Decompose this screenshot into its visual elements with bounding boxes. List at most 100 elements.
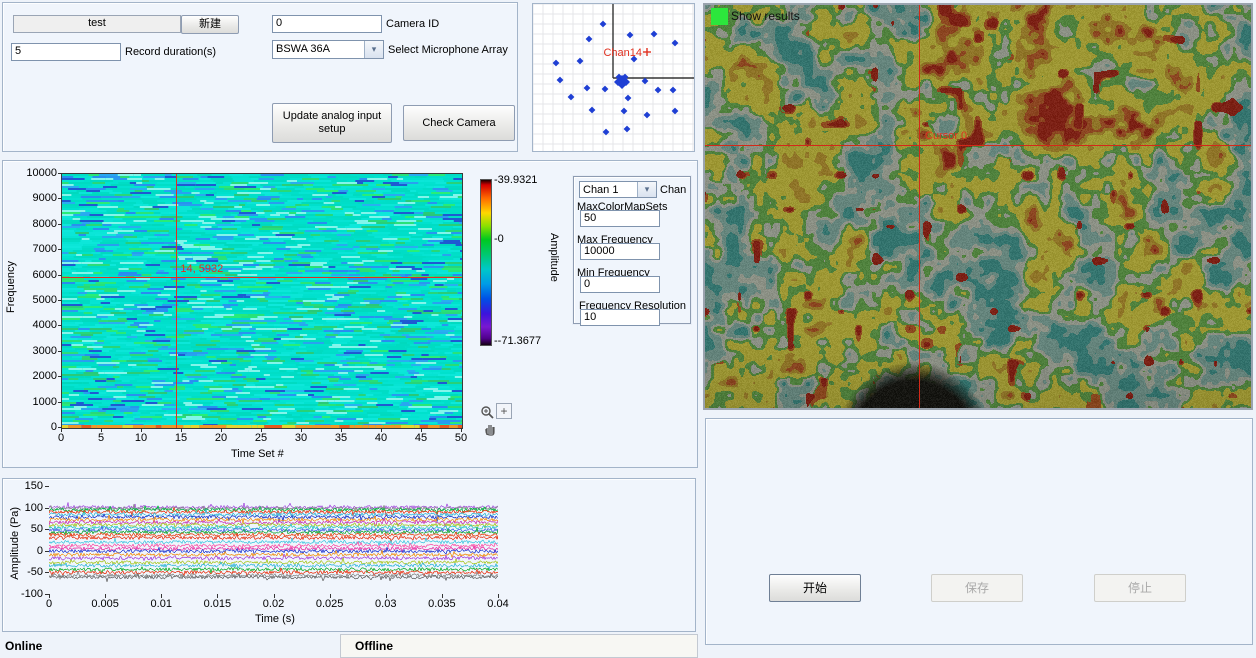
wave-x-tick-label: 0.01: [143, 598, 179, 610]
axis-tick-mark: [58, 275, 62, 276]
max-frequency-input[interactable]: 10000: [580, 243, 660, 260]
axis-tick-mark: [58, 376, 62, 377]
waveform-x-axis-label: Time (s): [255, 613, 295, 626]
camera-id-input[interactable]: 0: [272, 15, 382, 33]
offline-status-box: Offline: [340, 634, 698, 658]
axis-tick-mark: [58, 300, 62, 301]
acoustic-camera-image[interactable]: [705, 5, 1251, 408]
axis-tick-mark: [181, 428, 182, 432]
axis-tick-mark: [45, 551, 49, 552]
axis-tick-mark: [58, 224, 62, 225]
new-project-button[interactable]: 新建: [181, 15, 239, 34]
start-button[interactable]: 开始: [769, 574, 861, 602]
waveform-plot-area[interactable]: [49, 486, 498, 594]
axis-tick-mark: [58, 173, 62, 174]
action-panel: 开始 保存 停止: [705, 418, 1253, 645]
project-name-field[interactable]: test: [13, 15, 181, 33]
wave-y-tick-label: 50: [11, 523, 43, 535]
axis-tick-mark: [45, 572, 49, 573]
axis-tick-mark: [101, 428, 102, 432]
amplitude-colorbar: [480, 179, 492, 346]
update-analog-input-button[interactable]: Update analog input setup: [272, 103, 392, 143]
save-button[interactable]: 保存: [931, 574, 1023, 602]
chan-select[interactable]: Chan 1 ▾: [579, 181, 657, 198]
camera-cursor-hline[interactable]: [705, 145, 1251, 146]
pan-hand-tool-icon[interactable]: [482, 421, 498, 437]
record-duration-input[interactable]: 5: [11, 43, 121, 61]
mic-array-select[interactable]: BSWA 36A ▾: [272, 40, 384, 59]
spectro-y-tick-label: 3000: [17, 345, 57, 357]
axis-tick-mark: [141, 428, 142, 432]
wave-x-tick-label: 0.02: [256, 598, 292, 610]
wave-x-tick-label: 0.035: [424, 598, 460, 610]
colorbar-max-label: -39.9321: [494, 174, 537, 186]
camera-id-label: Camera ID: [386, 18, 439, 31]
spectro-y-tick-label: 1000: [17, 396, 57, 408]
wave-y-tick-label: 100: [11, 502, 43, 514]
zoom-tool-icon[interactable]: [479, 404, 495, 420]
wave-x-tick-label: 0.04: [480, 598, 516, 610]
camera-cursor-vline[interactable]: [919, 5, 920, 408]
spectro-y-tick-label: 5000: [17, 294, 57, 306]
crosshair-tool-icon[interactable]: +: [496, 403, 512, 419]
chevron-down-icon[interactable]: ▾: [637, 182, 656, 197]
colorbar-min-label: --71.3677: [494, 335, 541, 347]
svg-text:Chan14: Chan14: [603, 47, 642, 59]
spectro-y-tick-label: 2000: [17, 370, 57, 382]
mic-array-plot-panel: Chan14: [532, 3, 695, 152]
mic-array-label: Select Microphone Array: [388, 44, 508, 57]
axis-tick-mark: [386, 594, 387, 598]
axis-tick-mark: [274, 594, 275, 598]
frequency-resolution-input[interactable]: 10: [580, 309, 660, 326]
wave-x-tick-label: 0.005: [87, 598, 123, 610]
spectrogram-heatmap: [62, 174, 462, 428]
axis-tick-mark: [217, 594, 218, 598]
wave-x-tick-label: 0.03: [368, 598, 404, 610]
stop-button[interactable]: 停止: [1094, 574, 1186, 602]
axis-tick-mark: [58, 249, 62, 250]
spectro-x-tick-label: 25: [251, 432, 271, 444]
spectrogram-cursor-hline[interactable]: [62, 277, 462, 278]
spectrogram-plot-area[interactable]: 14, 5932: [61, 173, 463, 429]
spectro-x-tick-label: 5: [91, 432, 111, 444]
axis-tick-mark: [261, 428, 262, 432]
axis-tick-mark: [49, 594, 50, 598]
wave-x-tick-label: 0: [31, 598, 67, 610]
axis-tick-mark: [61, 428, 62, 432]
colorbar-zero-label: -0: [494, 233, 504, 245]
spectro-y-tick-label: 9000: [17, 192, 57, 204]
analysis-settings-box: Chan 1 ▾ Chan MaxColorMapSets50Max Frequ…: [573, 176, 691, 324]
mic-array-scatter-plot[interactable]: Chan14: [533, 4, 694, 151]
axis-tick-mark: [461, 428, 462, 432]
record-duration-label: Record duration(s): [125, 46, 216, 59]
axis-tick-mark: [381, 428, 382, 432]
online-status-label: Online: [5, 640, 42, 653]
axis-tick-mark: [421, 428, 422, 432]
spectrogram-cursor-vline[interactable]: [176, 174, 177, 428]
axis-tick-mark: [58, 402, 62, 403]
config-panel: test 新建 0 Camera ID 5 Record duration(s)…: [2, 2, 518, 152]
chevron-down-icon[interactable]: ▾: [364, 41, 383, 58]
maxcolormapsets-input[interactable]: 50: [580, 210, 660, 227]
offline-status-label: Offline: [355, 640, 393, 653]
axis-tick-mark: [45, 486, 49, 487]
axis-tick-mark: [45, 529, 49, 530]
spectro-y-tick-label: 4000: [17, 319, 57, 331]
min-frequency-input[interactable]: 0: [580, 276, 660, 293]
axis-tick-mark: [498, 594, 499, 598]
spectro-x-tick-label: 15: [171, 432, 191, 444]
wave-x-tick-label: 0.025: [312, 598, 348, 610]
spectrogram-cursor-label: 14, 5932: [180, 263, 223, 275]
spectrogram-x-axis-label: Time Set #: [231, 448, 284, 461]
check-camera-button[interactable]: Check Camera: [403, 105, 515, 141]
spectro-x-tick-label: 45: [411, 432, 431, 444]
spectro-y-tick-label: 8000: [17, 218, 57, 230]
axis-tick-mark: [58, 325, 62, 326]
spectro-y-tick-label: 6000: [17, 269, 57, 281]
wave-y-tick-label: 0: [11, 545, 43, 557]
spectro-x-tick-label: 35: [331, 432, 351, 444]
show-results-checkbox[interactable]: [711, 8, 728, 25]
spectrogram-panel: Frequency 14, 5932 010002000300040005000…: [2, 160, 698, 468]
colorbar-axis-label: Amplitude: [547, 233, 560, 282]
app-window: test 新建 0 Camera ID 5 Record duration(s)…: [0, 0, 1256, 658]
